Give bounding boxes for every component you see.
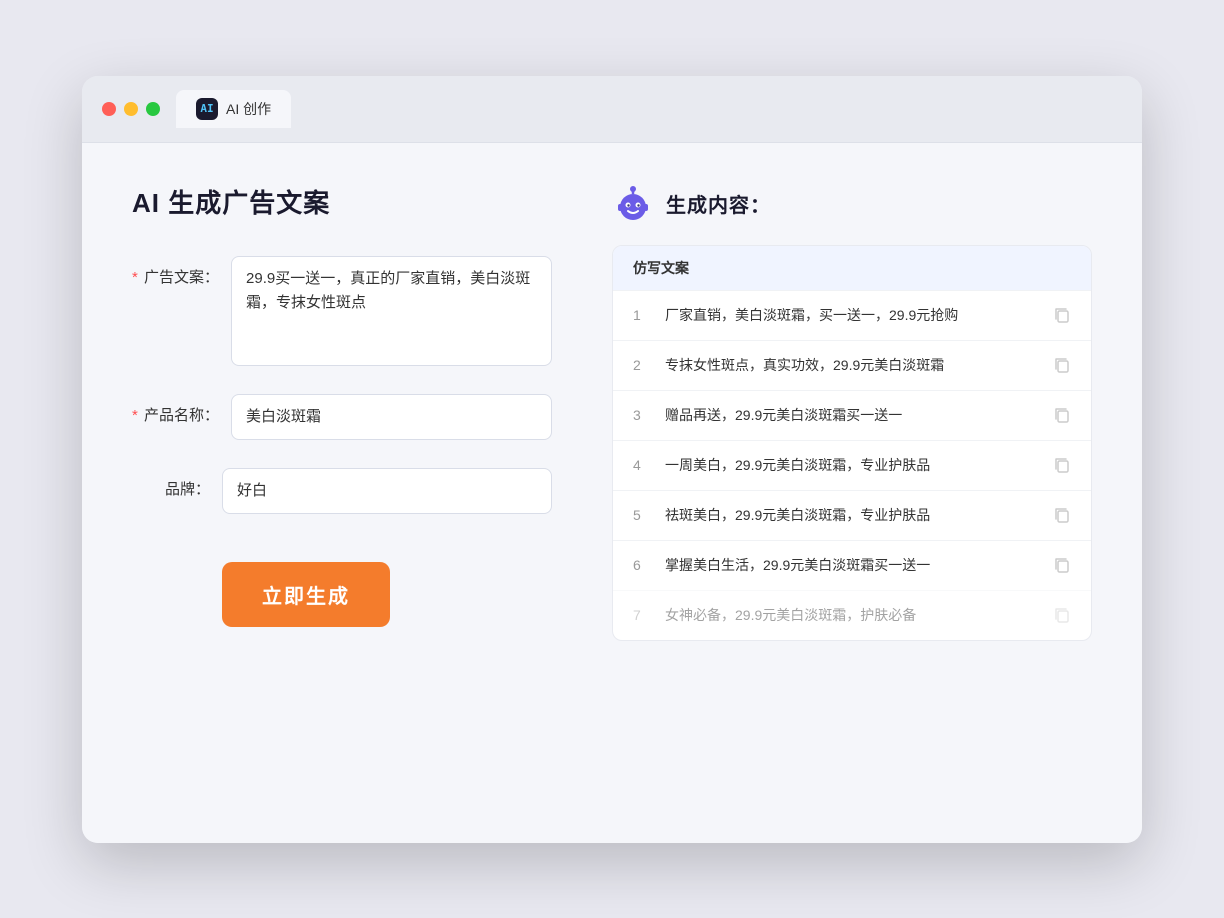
ad-copy-label: * 广告文案： <box>132 256 231 287</box>
table-row: 6 掌握美白生活，29.9元美白淡斑霜买一送一 <box>613 540 1091 590</box>
result-table: 仿写文案 1 厂家直销，美白淡斑霜，买一送一，29.9元抢购 2 专抹女性斑点，… <box>612 245 1092 641</box>
row-text: 祛斑美白，29.9元美白淡斑霜，专业护肤品 <box>665 505 1039 526</box>
row-text: 女神必备，29.9元美白淡斑霜，护肤必备 <box>665 605 1039 626</box>
row-text: 赠品再送，29.9元美白淡斑霜买一送一 <box>665 405 1039 426</box>
copy-icon[interactable] <box>1053 306 1071 324</box>
content-area: AI 生成广告文案 * 广告文案： * 产品名称： 品牌 <box>82 143 1142 843</box>
row-number: 2 <box>633 357 651 373</box>
generate-button[interactable]: 立即生成 <box>222 562 390 627</box>
right-title: 生成内容： <box>666 189 771 218</box>
title-bar: AI AI 创作 <box>82 76 1142 143</box>
row-text: 厂家直销，美白淡斑霜，买一送一，29.9元抢购 <box>665 305 1039 326</box>
copy-icon[interactable] <box>1053 506 1071 524</box>
tab-label: AI 创作 <box>226 99 271 119</box>
maximize-button[interactable] <box>146 102 160 116</box>
table-row: 3 赠品再送，29.9元美白淡斑霜买一送一 <box>613 390 1091 440</box>
product-name-label: * 产品名称： <box>132 394 231 425</box>
brand-label: 品牌： <box>132 468 222 499</box>
right-panel: 生成内容： 仿写文案 1 厂家直销，美白淡斑霜，买一送一，29.9元抢购 2 专… <box>612 183 1092 803</box>
row-number: 7 <box>633 607 651 623</box>
table-row: 2 专抹女性斑点，真实功效，29.9元美白淡斑霜 <box>613 340 1091 390</box>
ad-copy-row: * 广告文案： <box>132 256 552 366</box>
bot-icon <box>612 183 654 225</box>
row-number: 4 <box>633 457 651 473</box>
row-number: 6 <box>633 557 651 573</box>
copy-icon[interactable] <box>1053 406 1071 424</box>
product-name-input[interactable] <box>231 394 552 440</box>
copy-icon[interactable] <box>1053 606 1071 624</box>
row-text: 专抹女性斑点，真实功效，29.9元美白淡斑霜 <box>665 355 1039 376</box>
copy-icon[interactable] <box>1053 556 1071 574</box>
brand-row: 品牌： <box>132 468 552 514</box>
right-header: 生成内容： <box>612 183 1092 225</box>
row-number: 1 <box>633 307 651 323</box>
table-row: 1 厂家直销，美白淡斑霜，买一送一，29.9元抢购 <box>613 290 1091 340</box>
table-header: 仿写文案 <box>613 246 1091 290</box>
table-row: 4 一周美白，29.9元美白淡斑霜，专业护肤品 <box>613 440 1091 490</box>
required-mark: * <box>132 269 138 286</box>
row-number: 5 <box>633 507 651 523</box>
close-button[interactable] <box>102 102 116 116</box>
page-title: AI 生成广告文案 <box>132 183 552 220</box>
product-name-row: * 产品名称： <box>132 394 552 440</box>
table-row: 5 祛斑美白，29.9元美白淡斑霜，专业护肤品 <box>613 490 1091 540</box>
row-number: 3 <box>633 407 651 423</box>
copy-icon[interactable] <box>1053 356 1071 374</box>
required-mark-2: * <box>132 407 138 424</box>
traffic-lights <box>102 102 160 116</box>
ai-tab[interactable]: AI AI 创作 <box>176 90 291 128</box>
brand-input[interactable] <box>222 468 552 514</box>
browser-window: AI AI 创作 AI 生成广告文案 * 广告文案： * 产品名称： <box>82 76 1142 843</box>
row-text: 一周美白，29.9元美白淡斑霜，专业护肤品 <box>665 455 1039 476</box>
row-text: 掌握美白生活，29.9元美白淡斑霜买一送一 <box>665 555 1039 576</box>
ad-copy-input[interactable] <box>231 256 552 366</box>
left-panel: AI 生成广告文案 * 广告文案： * 产品名称： 品牌 <box>132 183 552 803</box>
table-row: 7 女神必备，29.9元美白淡斑霜，护肤必备 <box>613 590 1091 640</box>
minimize-button[interactable] <box>124 102 138 116</box>
copy-icon[interactable] <box>1053 456 1071 474</box>
tab-icon: AI <box>196 98 218 120</box>
